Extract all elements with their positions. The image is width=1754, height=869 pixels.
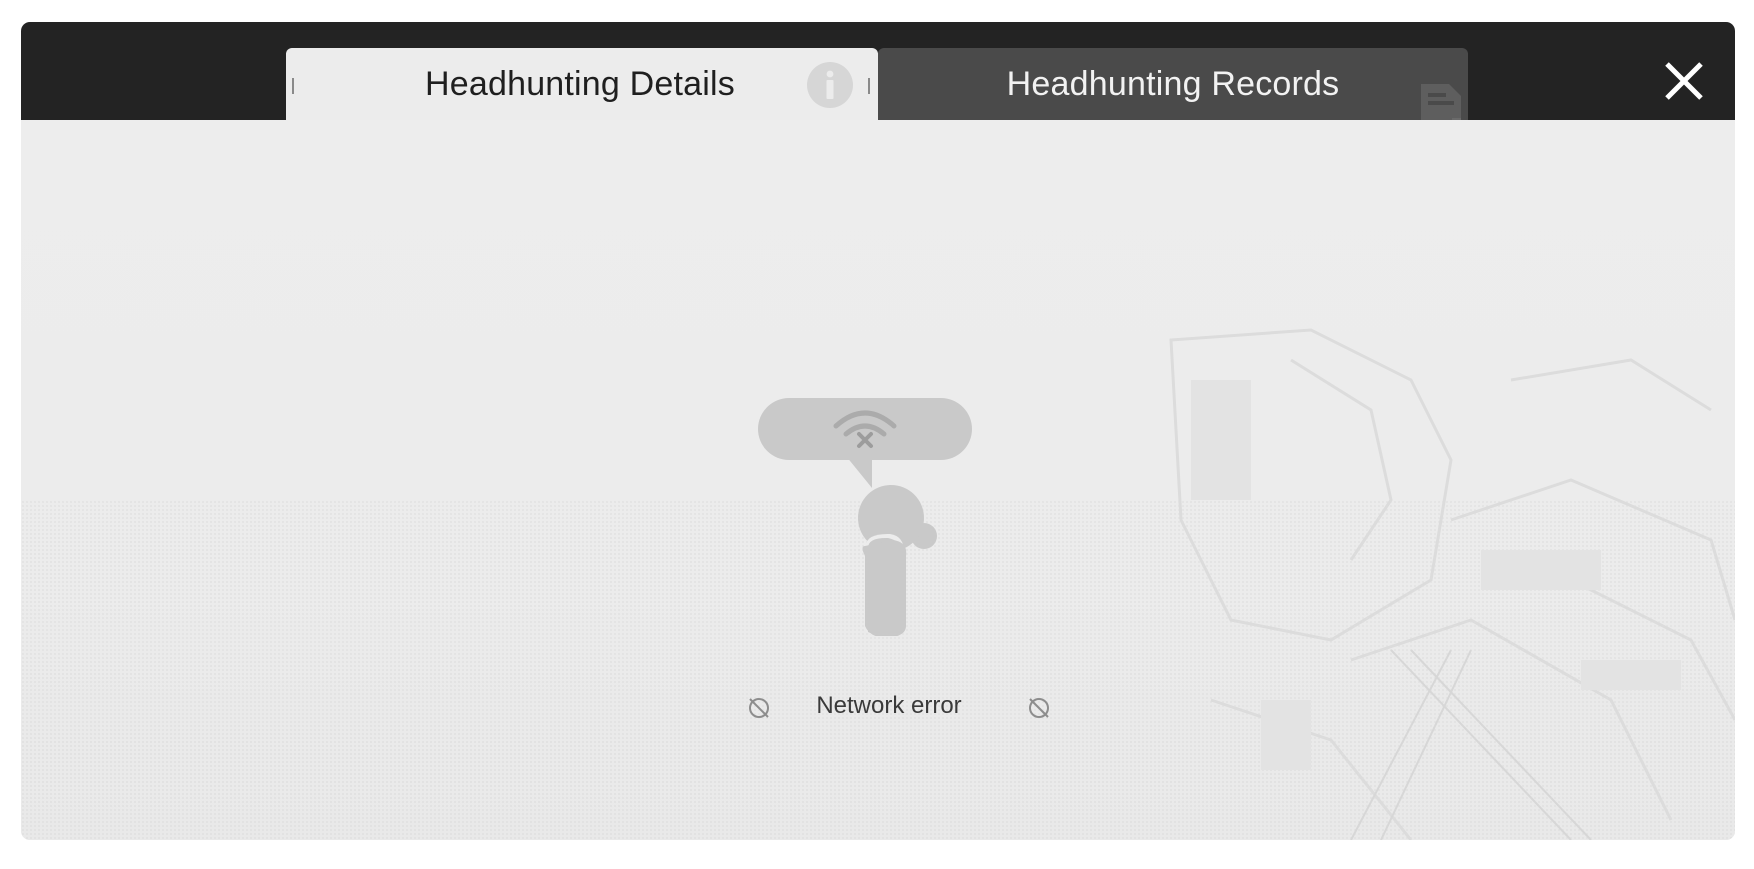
tab-headhunting-records[interactable]: Headhunting Records xyxy=(878,48,1468,136)
no-signal-icon xyxy=(749,698,769,718)
close-icon[interactable] xyxy=(1661,58,1719,116)
no-signal-icon xyxy=(1029,698,1049,718)
tab-label: Headhunting Records xyxy=(1006,65,1340,103)
background-mech-art xyxy=(1169,328,1735,840)
error-message: Network error xyxy=(816,692,962,719)
headhunting-dialog: Headhunting Details Headhunting Records xyxy=(21,22,1735,840)
error-message-row: Network error xyxy=(721,686,1061,724)
network-error-figure xyxy=(758,398,972,636)
info-icon xyxy=(807,62,853,108)
dialog-header: Headhunting Details Headhunting Records xyxy=(21,22,1735,136)
tab-label: Headhunting Details xyxy=(425,65,735,103)
tab-headhunting-details[interactable]: Headhunting Details xyxy=(286,48,878,136)
content-area: Network error xyxy=(21,120,1735,840)
